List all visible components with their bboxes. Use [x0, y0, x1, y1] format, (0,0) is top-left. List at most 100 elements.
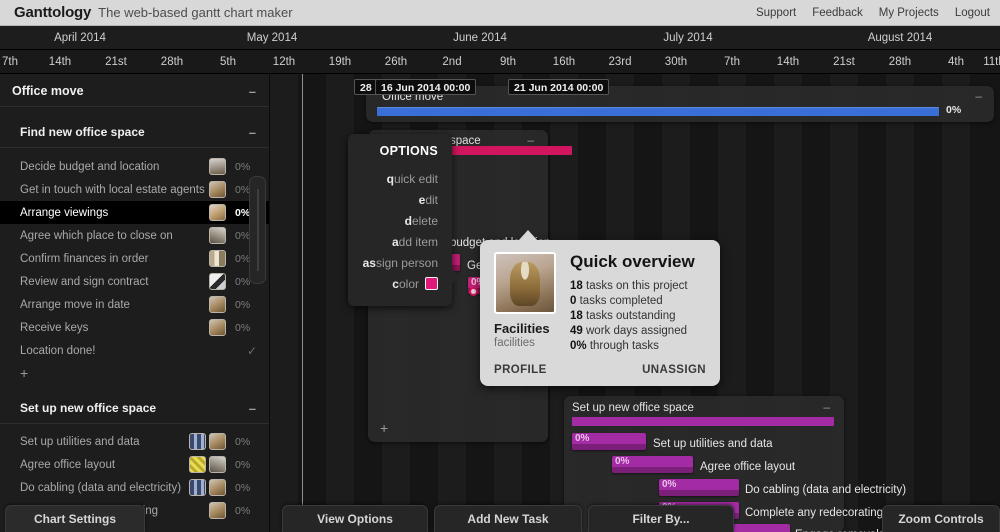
date-tooltip-start: 16 Jun 2014 00:00 — [375, 79, 477, 95]
sidebar-task-row[interactable]: Confirm finances in order 0% — [0, 247, 269, 270]
options-menu-pointer — [451, 268, 460, 284]
chart-group-setup-bar[interactable] — [572, 417, 834, 426]
chart-group-setup-collapse-icon[interactable]: – — [823, 401, 830, 413]
sidebar-task-row[interactable]: Get in touch with local estate agents 0% — [0, 178, 269, 201]
options-menu-item-color[interactable]: color — [348, 273, 452, 294]
sidebar-task-name: Get in touch with local estate agents — [20, 183, 205, 196]
options-accel-key: a — [391, 234, 399, 249]
person-thumbnail-icon[interactable] — [209, 250, 226, 267]
view-options-button[interactable]: View Options — [282, 505, 428, 532]
sidebar-group-setup-collapse-icon[interactable]: – — [249, 401, 256, 416]
timeline-day: 11th — [983, 56, 1000, 68]
options-menu-item-add-item[interactable]: add item — [348, 231, 452, 252]
chart-project-pct: 0% — [946, 104, 962, 116]
person-thumbnail-icon[interactable] — [209, 296, 226, 313]
profile-button[interactable]: PROFILE — [494, 364, 547, 376]
sidebar-task-name: Agree which place to close on — [20, 229, 173, 242]
stat-label: through tasks — [589, 340, 659, 352]
chart-group-find-collapse-icon[interactable]: – — [527, 134, 534, 146]
stat-label: tasks outstanding — [586, 310, 676, 322]
sidebar-task-row[interactable]: Decide budget and location 0% — [0, 155, 269, 178]
options-item-label: uick edit — [393, 171, 438, 186]
stat-value: 0 — [570, 295, 577, 307]
sidebar-task-row[interactable]: Arrange move in date 0% — [0, 293, 269, 316]
sidebar-task-name: Agree office layout — [20, 458, 116, 471]
sidebar-task-row[interactable]: Receive keys 0% — [0, 316, 269, 339]
unassign-button[interactable]: UNASSIGN — [642, 364, 706, 376]
person-role: facilities — [494, 337, 535, 349]
timeline-day: 5th — [220, 56, 236, 68]
options-menu-item-assign-person[interactable]: assign person — [348, 252, 452, 273]
nav-link-logout[interactable]: Logout — [955, 7, 990, 19]
chart-project-bar[interactable] — [377, 107, 939, 116]
person-thumbnail-icon[interactable] — [209, 227, 226, 244]
sidebar-milestone-row[interactable]: Location done! ✓ — [0, 339, 269, 362]
top-navigation: Support Feedback My Projects Logout — [756, 7, 990, 19]
sidebar-group-find-collapse-icon[interactable]: – — [249, 125, 256, 140]
sidebar-project-collapse-icon[interactable]: – — [249, 84, 256, 99]
chart-group-find-add[interactable]: + — [380, 420, 388, 436]
chart-task-bar[interactable]: 0% — [572, 433, 646, 450]
quick-overview-popup[interactable]: Facilities facilities Quick overview 18 … — [480, 230, 720, 386]
timeline-day: 16th — [552, 56, 576, 68]
chart-settings-button[interactable]: Chart Settings — [5, 505, 145, 532]
stat-row: 18 tasks on this project — [570, 279, 695, 294]
sidebar-task-thumbnails — [209, 181, 226, 198]
person-thumbnail-icon[interactable] — [209, 502, 226, 519]
sidebar-add-task-find[interactable]: + — [0, 362, 269, 387]
stat-value: 49 — [570, 325, 583, 337]
timeline-day: 2nd — [442, 56, 462, 68]
person-thumbnail-icon[interactable] — [189, 456, 206, 473]
person-thumbnail-icon[interactable] — [209, 456, 226, 473]
timeline-day: 12th — [272, 56, 296, 68]
person-thumbnail-icon[interactable] — [189, 433, 206, 450]
person-thumbnail-icon[interactable] — [209, 273, 226, 290]
nav-link-support[interactable]: Support — [756, 7, 796, 19]
chart-task-bar[interactable]: 0% — [612, 456, 693, 473]
sidebar-task-thumbnails — [209, 502, 226, 519]
person-thumbnail-icon[interactable] — [209, 479, 226, 496]
sidebar-scrollbar-handle[interactable] — [249, 176, 266, 284]
options-menu-item-quick-edit[interactable]: quick edit — [348, 168, 452, 189]
sidebar-task-row[interactable]: Review and sign contract 0% — [0, 270, 269, 293]
person-thumbnail-icon[interactable] — [209, 319, 226, 336]
sidebar-task-row[interactable]: Agree which place to close on 0% — [0, 224, 269, 247]
sidebar-task-row-selected[interactable]: Arrange viewings 0% — [0, 201, 269, 224]
nav-link-my-projects[interactable]: My Projects — [879, 7, 939, 19]
top-bar: Ganttology The web-based gantt chart mak… — [0, 0, 1000, 26]
options-accel-key: as — [362, 255, 376, 270]
sidebar-group-find-title-text: Find new office space — [20, 125, 145, 139]
sidebar-task-row[interactable]: Agree office layout 0% — [0, 453, 269, 476]
chart-group-find-bar[interactable] — [450, 146, 572, 155]
quick-overview-pointer — [518, 230, 538, 241]
stat-row: 18 tasks outstanding — [570, 309, 695, 324]
person-thumbnail-icon[interactable] — [209, 433, 226, 450]
add-new-task-button[interactable]: Add New Task — [434, 505, 582, 532]
person-thumbnail-icon[interactable] — [209, 158, 226, 175]
sidebar-task-pct: 0% — [235, 298, 251, 311]
task-sidebar[interactable]: Office move – Find new office space – De… — [0, 74, 270, 532]
options-item-label: dd item — [398, 234, 438, 249]
filter-by-button[interactable]: Filter By... — [588, 505, 734, 532]
week-stripe — [886, 74, 914, 532]
sidebar-task-row[interactable]: Set up utilities and data 0% — [0, 430, 269, 453]
options-context-menu[interactable]: OPTIONS quick edit edit delete add item … — [348, 134, 460, 306]
sidebar-task-row[interactable]: Do cabling (data and electricity) 0% — [0, 476, 269, 499]
week-stripe — [270, 74, 298, 532]
person-thumbnail-icon[interactable] — [209, 204, 226, 221]
timeline-day: 23rd — [608, 56, 632, 68]
sidebar-task-name: Receive keys — [20, 321, 89, 334]
chart-project-collapse-icon[interactable]: – — [975, 90, 982, 102]
color-swatch-icon[interactable] — [425, 276, 438, 290]
task-drag-handle[interactable] — [469, 287, 478, 296]
sidebar-group-setup-title: Set up new office space – — [0, 391, 269, 424]
options-menu-item-delete[interactable]: delete — [348, 210, 452, 231]
options-menu-item-edit[interactable]: edit — [348, 189, 452, 210]
sidebar-task-thumbnails — [209, 273, 226, 290]
person-thumbnail-icon[interactable] — [209, 181, 226, 198]
person-thumbnail-icon[interactable] — [189, 479, 206, 496]
zoom-controls-button[interactable]: Zoom Controls — [882, 505, 1000, 532]
stat-row: 0 tasks completed — [570, 294, 695, 309]
nav-link-feedback[interactable]: Feedback — [812, 7, 863, 19]
chart-task-bar[interactable]: 0% — [659, 479, 739, 496]
